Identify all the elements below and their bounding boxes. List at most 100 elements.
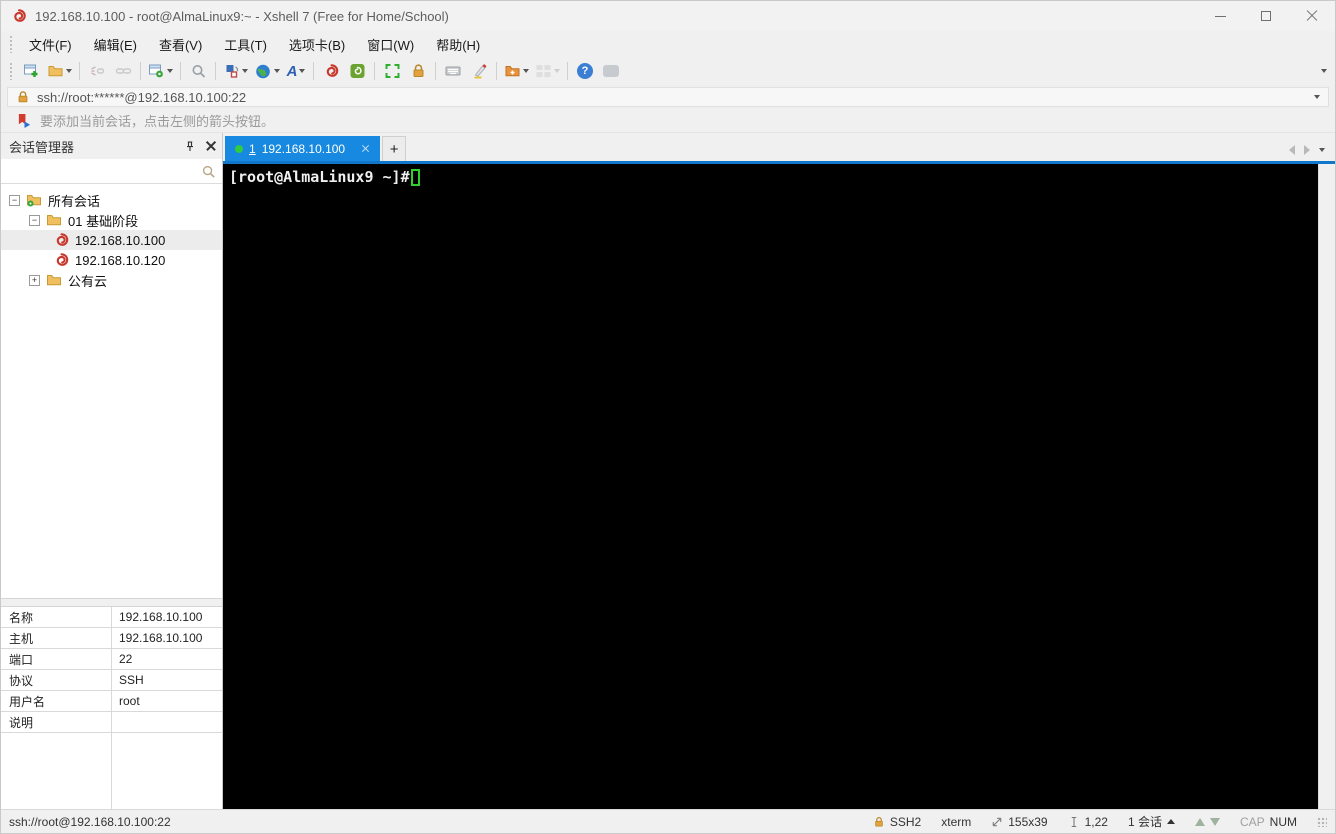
resize-icon	[992, 817, 1002, 826]
xftp-button[interactable]	[344, 59, 370, 83]
toolbar-drag-handle[interactable]	[9, 62, 14, 80]
find-button[interactable]	[185, 59, 211, 83]
tab-list-dropdown-icon[interactable]	[1319, 148, 1325, 152]
fullscreen-icon	[385, 64, 399, 78]
file-transfer-dropdown-icon[interactable]	[523, 69, 529, 73]
prop-value-name[interactable]: 192.168.10.100	[111, 610, 222, 624]
minimize-button[interactable]	[1197, 1, 1243, 31]
keyboard-icon	[445, 66, 461, 76]
session-properties-dropdown-icon[interactable]	[167, 69, 173, 73]
menu-window[interactable]: 窗口(W)	[356, 31, 425, 58]
close-button[interactable]	[1289, 1, 1335, 31]
encoding-dropdown-icon[interactable]	[274, 69, 280, 73]
tree-node-folder-cloud[interactable]: 公有云	[1, 270, 222, 290]
session-icon	[56, 233, 69, 246]
toolbar-overflow-button[interactable]	[1321, 69, 1327, 73]
reconnect-icon	[115, 68, 131, 74]
tab-session-100[interactable]: 1 192.168.10.100	[225, 136, 381, 161]
prop-value-protocol[interactable]: SSH	[111, 673, 222, 687]
session-properties-table: 名称 192.168.10.100 主机 192.168.10.100 端口 2…	[1, 607, 222, 809]
new-session-button[interactable]	[18, 59, 44, 83]
tree-node-folder-01[interactable]: 01 基础阶段	[1, 210, 222, 230]
toolbar-separator	[79, 62, 80, 80]
new-tab-button[interactable]	[382, 136, 407, 161]
tree-node-session-100[interactable]: 192.168.10.100	[1, 230, 222, 250]
pen-icon	[474, 64, 486, 79]
scroll-up-icon[interactable]	[1194, 817, 1205, 826]
close-panel-icon[interactable]	[206, 141, 216, 151]
help-button[interactable]	[572, 59, 598, 83]
panel-splitter[interactable]	[1, 598, 222, 607]
folder-plus-icon	[505, 66, 520, 77]
xshell-button[interactable]	[318, 59, 344, 83]
scroll-down-icon[interactable]	[1209, 817, 1220, 826]
open-session-dropdown-icon[interactable]	[66, 69, 72, 73]
menu-file[interactable]: 文件(F)	[18, 31, 83, 58]
globe-icon	[256, 64, 270, 78]
tile-layout-icon	[536, 65, 551, 77]
status-connection-url: ssh://root@192.168.10.100:22	[9, 814, 171, 829]
virtual-keyboard-button[interactable]	[440, 59, 466, 83]
collapse-icon[interactable]	[9, 194, 20, 206]
prop-label-host: 主机	[9, 631, 34, 646]
address-field[interactable]: ssh://root:******@192.168.10.100:22	[7, 87, 1329, 107]
feedback-button[interactable]	[598, 59, 624, 83]
session-properties-icon	[149, 64, 163, 78]
menu-tools[interactable]: 工具(T)	[213, 31, 278, 58]
encoding-button[interactable]	[251, 59, 283, 83]
tree-node-all-sessions[interactable]: 所有会话	[1, 190, 222, 210]
menu-help[interactable]: 帮助(H)	[425, 31, 491, 58]
tab-bar: 1 192.168.10.100	[223, 133, 1335, 161]
toolbar-separator	[215, 62, 216, 80]
prop-value-host[interactable]: 192.168.10.100	[111, 631, 222, 645]
folder-icon	[47, 275, 61, 286]
status-screen-size: 155x39	[1008, 814, 1048, 829]
session-count-dropdown[interactable]: 1 会话	[1128, 813, 1175, 830]
font-button[interactable]	[283, 59, 309, 83]
xshell-window: 192.168.10.100 - root@AlmaLinux9:~ - Xsh…	[0, 0, 1336, 834]
tab-close-icon[interactable]	[361, 144, 370, 153]
disconnect-button	[84, 59, 110, 83]
disconnect-icon	[90, 66, 104, 76]
session-search-icon[interactable]	[201, 164, 216, 179]
resize-grip[interactable]	[1317, 816, 1327, 827]
tree-node-session-120[interactable]: 192.168.10.120	[1, 250, 222, 270]
prop-value-port[interactable]: 22	[111, 652, 222, 666]
file-transfer-button[interactable]	[501, 59, 532, 83]
terminal-scrollbar[interactable]	[1318, 164, 1335, 809]
font-dropdown-icon[interactable]	[299, 69, 306, 73]
collapse-icon[interactable]	[29, 214, 40, 226]
terminal-screen[interactable]: [root@AlmaLinux9 ~]#	[223, 164, 1318, 809]
menubar-drag-handle[interactable]	[9, 35, 14, 53]
compose-pane-button[interactable]	[220, 59, 251, 83]
status-bar: ssh://root@192.168.10.100:22 SSH2 xterm …	[1, 809, 1335, 833]
terminal-pane: 1 192.168.10.100 [root@AlmaLinux9 ~]#	[223, 133, 1335, 809]
open-session-button[interactable]	[44, 59, 75, 83]
pin-panel-icon[interactable]	[184, 140, 196, 153]
compose-pane-icon	[226, 65, 239, 78]
lock-screen-button[interactable]	[405, 59, 431, 83]
menu-tabs[interactable]: 选项卡(B)	[278, 31, 356, 58]
maximize-button[interactable]	[1243, 1, 1289, 31]
cursor-position-icon	[1071, 816, 1076, 827]
address-history-dropdown-icon[interactable]	[1314, 95, 1320, 99]
num-lock-indicator: NUM	[1269, 814, 1297, 829]
table-column-divider	[111, 607, 112, 809]
session-properties-button[interactable]	[145, 59, 176, 83]
tile-layout-button	[532, 59, 563, 83]
info-bar: 要添加当前会话，点击左侧的箭头按钮。	[1, 109, 1335, 133]
menu-view[interactable]: 查看(V)	[148, 31, 213, 58]
tab-scroll-left-icon[interactable]	[1289, 145, 1295, 155]
tab-scroll-right-icon[interactable]	[1304, 145, 1310, 155]
toolbar-separator	[496, 62, 497, 80]
menu-edit[interactable]: 编辑(E)	[83, 31, 148, 58]
highlight-pen-button[interactable]	[466, 59, 492, 83]
status-protocol: SSH2	[889, 814, 922, 829]
maximize-icon	[1261, 11, 1271, 21]
compose-pane-dropdown-icon[interactable]	[242, 69, 248, 73]
session-search-input[interactable]	[7, 161, 201, 181]
fullscreen-button[interactable]	[379, 59, 405, 83]
expand-icon[interactable]	[29, 274, 40, 286]
info-bar-text: 要添加当前会话，点击左侧的箭头按钮。	[40, 114, 275, 129]
prop-value-username[interactable]: root	[111, 694, 222, 708]
